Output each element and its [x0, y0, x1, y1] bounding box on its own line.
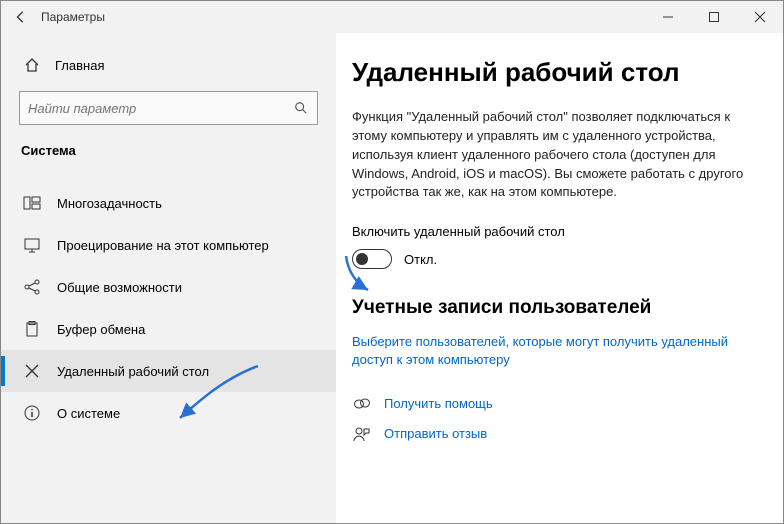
toggle-caption: Включить удаленный рабочий стол	[352, 224, 753, 239]
close-button[interactable]	[737, 1, 783, 33]
remote-desktop-icon	[21, 360, 43, 382]
multitasking-icon	[21, 192, 43, 214]
remote-desktop-toggle[interactable]	[352, 249, 392, 269]
home-icon	[21, 57, 43, 73]
help-icon	[352, 394, 372, 414]
home-label: Главная	[55, 58, 104, 73]
shared-icon	[21, 276, 43, 298]
feedback-icon	[352, 424, 372, 444]
nav-item-label: Удаленный рабочий стол	[57, 364, 209, 379]
nav-item-label: Проецирование на этот компьютер	[57, 238, 269, 253]
feedback-link: Отправить отзыв	[384, 426, 487, 441]
titlebar: Параметры	[1, 1, 783, 33]
minimize-button[interactable]	[645, 1, 691, 33]
nav-item-clipboard[interactable]: Буфер обмена	[1, 308, 336, 350]
maximize-button[interactable]	[691, 1, 737, 33]
select-users-link[interactable]: Выберите пользователей, которые могут по…	[352, 333, 753, 369]
nav-item-label: Буфер обмена	[57, 322, 145, 337]
nav-item-shared-experiences[interactable]: Общие возможности	[1, 266, 336, 308]
page-title: Удаленный рабочий стол	[352, 57, 753, 88]
nav-list: Многозадачность Проецирование на этот ко…	[1, 182, 336, 434]
feedback-row[interactable]: Отправить отзыв	[352, 424, 753, 444]
search-box[interactable]	[19, 91, 318, 125]
nav-item-remote-desktop[interactable]: Удаленный рабочий стол	[1, 350, 336, 392]
nav-item-label: О системе	[57, 406, 120, 421]
content-pane: Удаленный рабочий стол Функция "Удаленны…	[336, 33, 783, 523]
toggle-state-label: Откл.	[404, 252, 437, 267]
help-link: Получить помощь	[384, 396, 493, 411]
nav-item-label: Многозадачность	[57, 196, 162, 211]
page-description: Функция "Удаленный рабочий стол" позволя…	[352, 108, 753, 202]
nav-item-projecting[interactable]: Проецирование на этот компьютер	[1, 224, 336, 266]
accounts-heading: Учетные записи пользователей	[352, 297, 753, 319]
back-button[interactable]	[1, 1, 41, 33]
about-icon	[21, 402, 43, 424]
category-heading: Система	[1, 143, 336, 168]
home-nav[interactable]: Главная	[1, 51, 336, 79]
projecting-icon	[21, 234, 43, 256]
window-title: Параметры	[41, 10, 105, 24]
toggle-knob	[356, 253, 368, 265]
sidebar: Главная Система Многозадачность Проециро…	[1, 33, 336, 523]
nav-item-label: Общие возможности	[57, 280, 182, 295]
get-help-row[interactable]: Получить помощь	[352, 394, 753, 414]
nav-item-about[interactable]: О системе	[1, 392, 336, 434]
nav-item-multitasking[interactable]: Многозадачность	[1, 182, 336, 224]
clipboard-icon	[21, 318, 43, 340]
search-icon	[293, 100, 309, 116]
search-input[interactable]	[28, 101, 293, 116]
